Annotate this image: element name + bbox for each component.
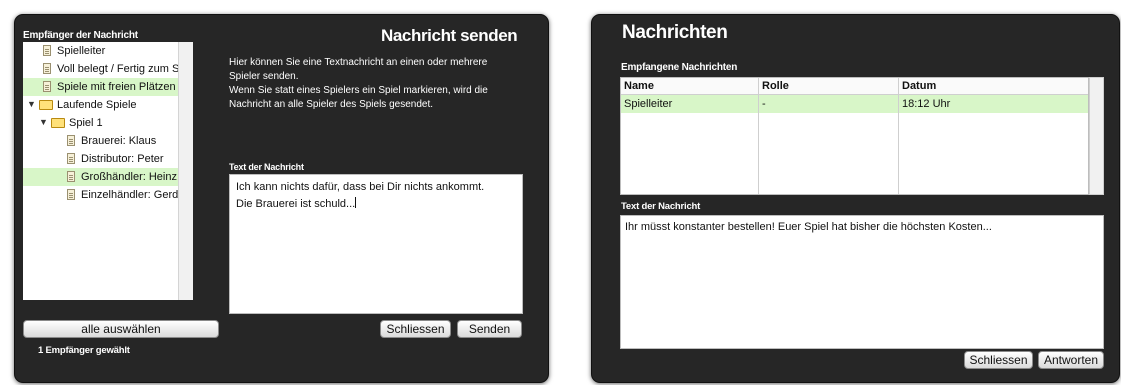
folder-icon xyxy=(39,100,53,110)
document-icon xyxy=(43,81,51,92)
column-header-name[interactable]: Name xyxy=(621,78,759,95)
send-description: Hier können Sie eine Textnachricht an ei… xyxy=(229,56,519,112)
tree-item-label: Laufende Spiele xyxy=(57,99,137,111)
table-row[interactable]: Spielleiter - 18:12 Uhr xyxy=(621,95,1088,113)
messages-dialog-title: Nachrichten xyxy=(622,22,728,43)
column-header-date[interactable]: Datum xyxy=(899,78,1088,95)
document-icon xyxy=(43,63,51,74)
column-header-role[interactable]: Rolle xyxy=(759,78,899,95)
expand-triangle-icon[interactable]: ▼ xyxy=(27,99,36,109)
send-dialog-title: Nachricht senden xyxy=(381,26,518,45)
tree-item-label: Großhändler: Heinz xyxy=(81,171,177,183)
recipients-label: Empfänger der Nachricht xyxy=(23,30,138,41)
tree-scrollbar[interactable] xyxy=(178,42,193,300)
message-line-1: Ich kann nichts dafür, dass bei Dir nich… xyxy=(236,181,485,193)
description-text-1: Hier können Sie eine Textnachricht an ei… xyxy=(229,57,488,82)
received-message-text: Ihr müsst konstanter bestellen! Euer Spi… xyxy=(625,221,992,233)
send-text-label: Text der Nachricht xyxy=(229,162,304,172)
tree-item[interactable]: Voll belegt / Fertig zum Start xyxy=(23,60,179,78)
tree-item[interactable]: Spielleiter xyxy=(23,42,179,60)
document-icon xyxy=(43,45,51,56)
tree-item-label: Spiele mit freien Plätzen xyxy=(57,81,176,93)
select-all-button[interactable]: alle auswählen xyxy=(23,320,219,338)
close-send-button[interactable]: Schliessen xyxy=(380,320,451,338)
tree-item[interactable]: Distributor: Peter xyxy=(23,150,179,168)
expand-triangle-icon[interactable]: ▼ xyxy=(39,117,48,127)
tree-item-label: Spiel 1 xyxy=(69,117,103,129)
tree-item-label: Voll belegt / Fertig zum Start xyxy=(57,63,179,75)
tree-item-label: Brauerei: Klaus xyxy=(81,135,157,147)
selected-count: 1 Empfänger gewählt xyxy=(38,345,130,356)
reply-button[interactable]: Antworten xyxy=(1038,351,1104,369)
received-text-label: Text der Nachricht xyxy=(621,201,701,212)
tree-item-label: Einzelhändler: Gerd xyxy=(81,189,179,201)
document-icon xyxy=(67,171,75,182)
text-caret xyxy=(355,197,357,208)
column-divider xyxy=(898,78,899,194)
tree-item[interactable]: Großhändler: Heinz xyxy=(23,168,179,186)
column-divider xyxy=(758,78,759,194)
description-text-2: Wenn Sie statt eines Spielers ein Spiel … xyxy=(229,85,488,110)
tree-item[interactable]: ▼ Spiel 1 xyxy=(23,114,179,132)
folder-icon xyxy=(51,118,65,128)
tree-item[interactable]: Spiele mit freien Plätzen xyxy=(23,78,179,96)
message-line-2: Die Brauerei ist schuld... xyxy=(236,198,356,210)
send-message-textarea[interactable]: Ich kann nichts dafür, dass bei Dir nich… xyxy=(229,174,523,314)
document-icon xyxy=(67,153,75,164)
received-message-textarea[interactable]: Ihr müsst konstanter bestellen! Euer Spi… xyxy=(620,215,1104,349)
send-button[interactable]: Senden xyxy=(457,320,522,338)
cell-date: 18:12 Uhr xyxy=(902,98,951,110)
document-icon xyxy=(67,189,75,200)
recipient-tree[interactable]: Einzelhändler: Gerd Großhändler: Heinz Dis… xyxy=(23,42,193,300)
tree-item[interactable]: ▼ Laufende Spiele xyxy=(23,96,179,114)
cell-name: Spielleiter xyxy=(624,98,673,110)
cell-role: - xyxy=(762,98,766,110)
messages-table-scrollbar[interactable] xyxy=(1089,77,1104,195)
received-messages-label: Empfangene Nachrichten xyxy=(621,62,738,73)
tree-item-label: Spielleiter xyxy=(57,45,106,57)
tree-item[interactable]: Einzelhändler: Gerd xyxy=(23,186,179,204)
tree-item-label: Distributor: Peter xyxy=(81,153,164,165)
messages-table: Name Rolle Datum Spielleiter - 18:12 Uhr xyxy=(620,77,1089,195)
document-icon xyxy=(67,135,75,146)
tree-item[interactable]: Brauerei: Klaus xyxy=(23,132,179,150)
close-messages-button[interactable]: Schliessen xyxy=(964,351,1033,369)
